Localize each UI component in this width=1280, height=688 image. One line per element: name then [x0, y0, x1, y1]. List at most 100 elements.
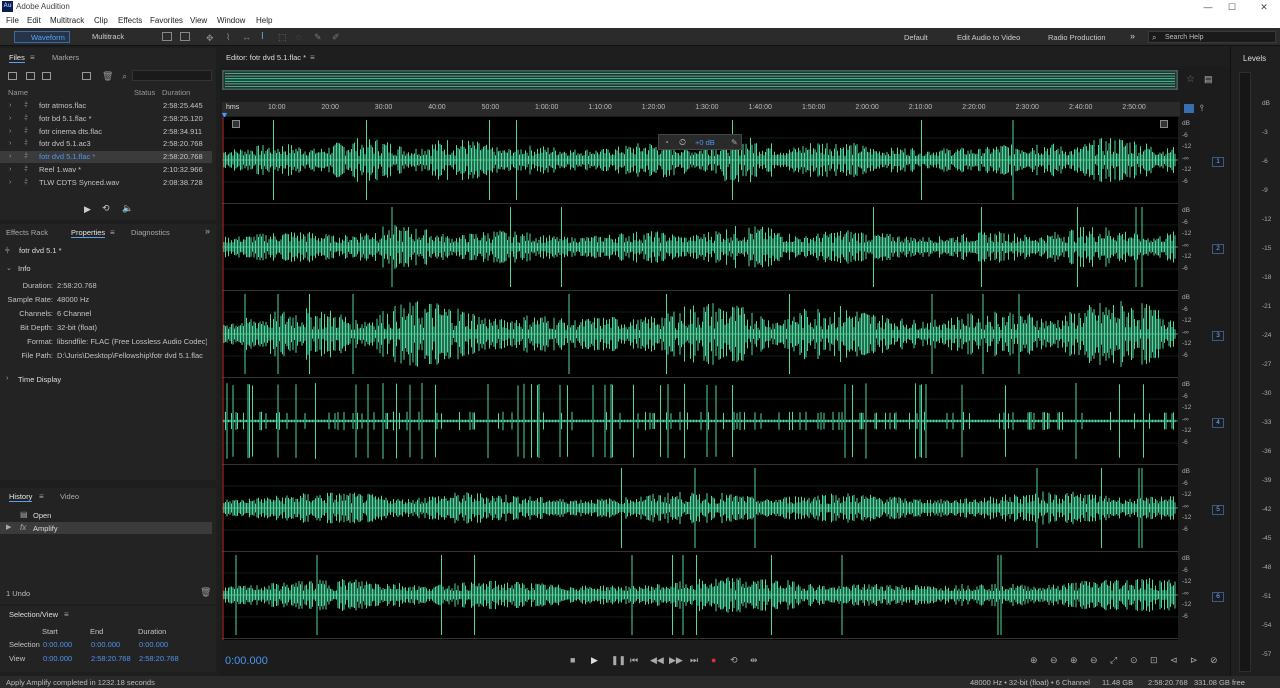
menu-edit[interactable]: Edit — [27, 16, 41, 25]
maximize-icon[interactable]: ☐ — [1222, 1, 1242, 13]
chevron-down-icon[interactable]: ⌄ — [6, 264, 12, 272]
delete-icon[interactable]: 🗑 — [102, 71, 113, 82]
hud-gain-value[interactable]: +0 dB — [695, 138, 715, 147]
razor-tool-icon[interactable]: ⌇ — [226, 32, 230, 43]
channel-toggle[interactable]: 6 — [1212, 592, 1224, 602]
delete-history-icon[interactable]: 🗑 — [200, 587, 211, 598]
zoom-right-icon[interactable]: ⊳ — [1190, 655, 1198, 666]
zoom-panel-icon[interactable]: ▤ — [1204, 74, 1213, 85]
workspace-edit-audio-to-video[interactable]: Edit Audio to Video — [957, 33, 1020, 42]
skip-selection-icon[interactable]: ⇹ — [750, 655, 758, 666]
menu-clip[interactable]: Clip — [94, 16, 108, 25]
record-icon[interactable]: ● — [711, 655, 716, 665]
db-scale[interactable]: dB -6 -12 -∞ -12 -6 — [1178, 204, 1200, 290]
brush-tool-icon[interactable]: ✎ — [314, 32, 322, 43]
tab-markers[interactable]: Markers — [52, 53, 79, 62]
zoom-left-icon[interactable]: ⊲ — [1170, 655, 1178, 666]
panel-menu-icon[interactable]: ≡ — [39, 492, 44, 501]
selection-duration-field[interactable]: 0:00.000 — [139, 640, 168, 649]
lasso-tool-icon[interactable]: ◌ — [296, 32, 301, 42]
history-item-selected[interactable] — [0, 522, 212, 534]
fade-in-handle-icon[interactable] — [232, 120, 240, 128]
pause-icon[interactable]: ❚❚ — [611, 655, 626, 666]
editor-title[interactable]: Editor: fotr dvd 5.1.flac * — [226, 53, 306, 62]
minimize-icon[interactable]: — — [1198, 1, 1218, 13]
open-file-icon[interactable] — [8, 72, 17, 80]
loop-icon[interactable]: ⟲ — [730, 655, 738, 666]
stop-icon[interactable]: ■ — [570, 655, 575, 665]
favorite-star-icon[interactable]: ☆ — [1186, 74, 1195, 85]
panel-menu-icon[interactable]: ≡ — [30, 53, 35, 62]
more-workspaces-icon[interactable]: » — [1130, 31, 1135, 41]
selection-end-field[interactable]: 0:00.000 — [91, 640, 120, 649]
info-section-label[interactable]: Info — [18, 264, 31, 273]
files-search-input[interactable] — [132, 70, 212, 81]
menu-window[interactable]: Window — [217, 16, 245, 25]
next-icon[interactable]: ⏭ — [690, 655, 698, 666]
file-row[interactable]: › ⫩ Reel 1.wav * 2:10:32.966 — [0, 164, 212, 176]
channel-toggle[interactable]: 3 — [1212, 331, 1224, 341]
dial-icon[interactable]: ⏲ — [679, 137, 686, 148]
menu-view[interactable]: View — [190, 16, 207, 25]
menu-multitrack[interactable]: Multitrack — [50, 16, 84, 25]
col-name[interactable]: Name — [8, 88, 28, 97]
search-help-input[interactable]: Search Help — [1148, 31, 1276, 43]
zoom-selection-icon[interactable]: ⊡ — [1150, 655, 1158, 666]
waveform-display[interactable]: ◔ ⏲ +0 dB ✎ — [222, 117, 1178, 640]
selection-start-field[interactable]: 0:00.000 — [43, 640, 72, 649]
menu-effects[interactable]: Effects — [118, 16, 142, 25]
channel-toggle[interactable]: 2 — [1212, 244, 1224, 254]
tab-files[interactable]: Files — [9, 53, 25, 63]
chevron-right-icon[interactable]: › — [9, 177, 11, 189]
waveform-tab[interactable]: Waveform — [14, 31, 70, 43]
spectral-view-icon[interactable] — [162, 32, 172, 41]
chevron-right-icon[interactable]: › — [6, 375, 8, 382]
channel-waveform[interactable] — [222, 207, 1178, 291]
hud-gain-control[interactable]: ◔ ⏲ +0 dB ✎ — [658, 134, 742, 150]
zoom-reset-icon[interactable]: ⊘ — [1210, 655, 1218, 666]
slip-tool-icon[interactable]: ↔ — [242, 32, 251, 42]
menu-favorites[interactable]: Favorites — [150, 16, 183, 25]
hud-pin-icon[interactable]: ✎ — [731, 138, 738, 147]
file-row[interactable]: › ⫩ fotr bd 5.1.flac * 2:58:25.120 — [0, 113, 212, 125]
autoplay-icon[interactable]: 🔈 — [122, 203, 133, 214]
insert-icon[interactable] — [82, 72, 91, 80]
new-file-icon[interactable] — [42, 72, 51, 80]
zoom-out-amplitude-icon[interactable]: ⊖ — [1050, 655, 1058, 666]
multitrack-tab[interactable]: Multitrack — [76, 31, 136, 43]
db-scale[interactable]: dB -6 -12 -∞ -12 -6 — [1178, 465, 1200, 551]
file-row[interactable]: › ⫩ fotr cinema dts.flac 2:58:34.911 — [0, 126, 212, 138]
rewind-icon[interactable]: ◀◀ — [650, 655, 664, 666]
zoom-in-time-icon[interactable]: ⊕ — [1070, 655, 1078, 666]
view-start-field[interactable]: 0:00.000 — [43, 654, 72, 663]
menu-file[interactable]: File — [6, 16, 19, 25]
channel-waveform[interactable] — [222, 468, 1178, 552]
col-status[interactable]: Status — [134, 88, 155, 97]
chevron-right-icon[interactable]: › — [9, 164, 11, 176]
zoom-out-time-icon[interactable]: ⊖ — [1090, 655, 1098, 666]
tab-properties[interactable]: Properties — [71, 228, 106, 238]
tab-video[interactable]: Video — [60, 492, 79, 501]
file-row[interactable]: › ⫩ fotr atmos.flac 2:58:25.445 — [0, 100, 212, 112]
zoom-in-point-icon[interactable]: ⊙ — [1130, 655, 1138, 666]
channel-waveform[interactable] — [222, 383, 1178, 465]
channel-waveform[interactable] — [222, 294, 1178, 378]
snap-icon[interactable] — [1184, 104, 1194, 113]
panel-menu-icon[interactable]: ≡ — [64, 610, 69, 619]
pin-icon[interactable]: ⫯ — [1200, 103, 1204, 114]
file-row[interactable]: › ⫩ fotr dvd 5.1.flac * 2:58:20.768 — [0, 151, 212, 164]
workspace-default[interactable]: Default — [904, 33, 928, 42]
expand-panels-icon[interactable]: » — [205, 226, 210, 236]
db-scale[interactable]: dB -6 -12 -∞ -12 -6 — [1178, 552, 1200, 638]
db-scale[interactable]: dB -6 -12 -∞ -12 -6 — [1178, 291, 1200, 377]
col-duration[interactable]: Duration — [162, 88, 190, 97]
search-files-icon[interactable]: ⌕ — [122, 71, 127, 82]
chevron-right-icon[interactable]: › — [9, 138, 11, 150]
time-display-section-label[interactable]: Time Display — [18, 375, 61, 384]
tab-diagnostics[interactable]: Diagnostics — [131, 228, 170, 237]
marquee-tool-icon[interactable]: ⬚ — [278, 32, 287, 43]
pitch-view-icon[interactable] — [180, 32, 190, 41]
volume-knob-icon[interactable]: ◔ — [664, 138, 669, 147]
channel-toggle[interactable]: 4 — [1212, 418, 1224, 428]
chevron-right-icon[interactable]: › — [9, 100, 11, 112]
